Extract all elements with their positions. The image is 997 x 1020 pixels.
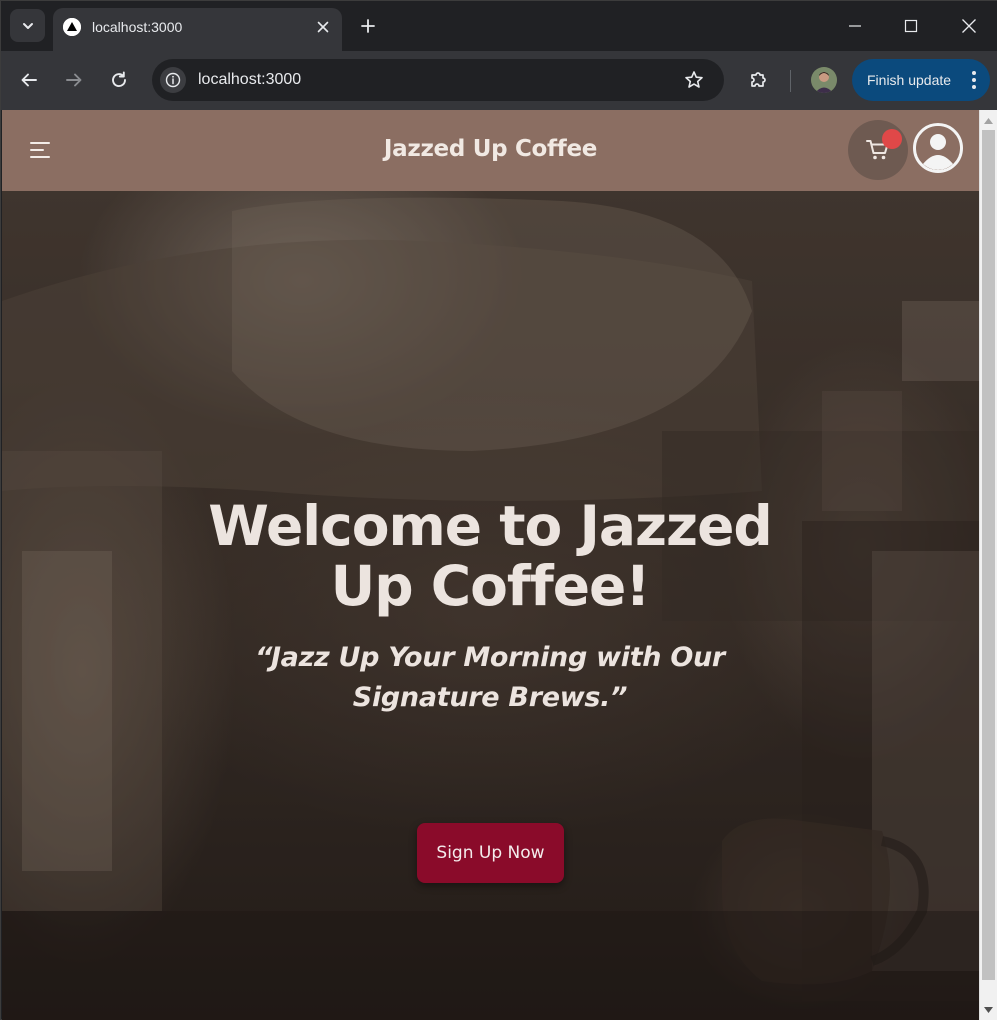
more-vert-icon <box>972 71 976 89</box>
forward-arrow-icon <box>66 73 82 87</box>
url-text[interactable]: localhost:3000 <box>198 70 301 90</box>
scroll-up-button[interactable] <box>980 112 997 129</box>
sign-up-button[interactable]: Sign Up Now <box>417 823 564 883</box>
tab-strip: localhost:3000 <box>1 1 997 51</box>
cart-button[interactable] <box>848 120 908 180</box>
window-close-icon <box>962 19 976 33</box>
reload-button[interactable] <box>104 65 134 95</box>
maximize-button[interactable] <box>888 9 934 43</box>
hero-title: Welcome to Jazzed Up Coffee! <box>208 494 773 618</box>
browser-toolbar: localhost:3000 Finish update <box>1 51 997 110</box>
hero-section: Welcome to Jazzed Up Coffee! “Jazz Up Yo… <box>2 191 979 1020</box>
profile-avatar[interactable] <box>811 67 837 93</box>
address-bar[interactable]: localhost:3000 <box>152 59 724 101</box>
tab-title: localhost:3000 <box>92 19 183 35</box>
browser-tab[interactable]: localhost:3000 <box>53 8 342 51</box>
reload-icon <box>112 71 126 88</box>
maximize-icon <box>904 19 918 33</box>
cart-badge <box>882 129 902 149</box>
user-avatar-button[interactable] <box>913 123 963 173</box>
page-scrollbar[interactable] <box>979 110 997 1020</box>
finish-update-label: Finish update <box>867 72 952 88</box>
user-avatar-icon <box>916 126 960 170</box>
chevron-down-icon <box>22 22 33 29</box>
brand-title[interactable]: Jazzed Up Coffee <box>2 136 979 162</box>
minimize-icon <box>849 25 861 27</box>
browser-window: localhost:3000 localhost:3000 Finish upd… <box>0 0 997 1020</box>
tab-close-button[interactable] <box>312 16 334 38</box>
tab-search-button[interactable] <box>10 9 45 42</box>
plus-icon <box>361 19 375 33</box>
star-icon <box>685 71 703 88</box>
finish-update-button[interactable]: Finish update <box>852 59 990 101</box>
scroll-down-arrow-icon <box>984 1006 993 1013</box>
site-header: Jazzed Up Coffee <box>2 110 979 191</box>
extensions-icon <box>751 72 766 87</box>
scrollbar-thumb[interactable] <box>982 130 995 980</box>
page-viewport: Jazzed Up Coffee Welcome to Jazzed Up Co… <box>2 110 979 1020</box>
bookmark-button[interactable] <box>682 68 706 92</box>
extensions-button[interactable] <box>745 66 773 94</box>
scroll-down-button[interactable] <box>980 1001 997 1018</box>
back-button[interactable] <box>14 65 44 95</box>
site-info-button[interactable] <box>160 67 186 93</box>
close-icon <box>317 21 329 33</box>
scroll-up-arrow-icon <box>984 117 993 124</box>
window-close-button[interactable] <box>946 9 992 43</box>
toolbar-divider <box>790 70 791 92</box>
minimize-button[interactable] <box>832 9 878 43</box>
hero-tagline: “Jazz Up Your Morning with Our Signature… <box>255 642 725 713</box>
forward-button[interactable] <box>59 65 89 95</box>
back-arrow-icon <box>21 73 37 87</box>
nextjs-favicon-icon <box>63 18 81 36</box>
site-info-icon <box>165 72 181 88</box>
new-tab-button[interactable] <box>355 13 381 39</box>
